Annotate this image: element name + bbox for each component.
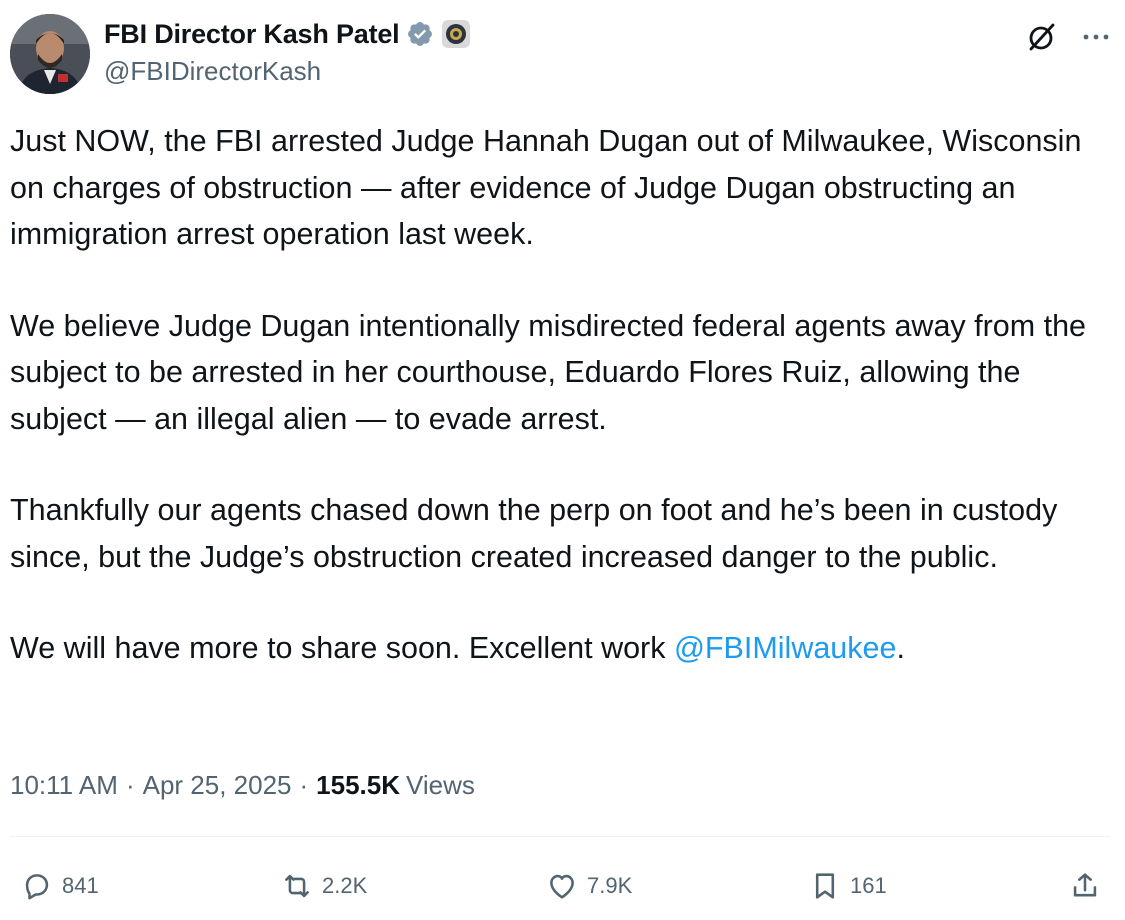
handle[interactable]: @FBIDirectorKash bbox=[104, 56, 470, 87]
tweet-paragraph: Just NOW, the FBI arrested Judge Hannah … bbox=[10, 124, 1082, 251]
author-block: FBI Director Kash Patel @FBIDirectorKash bbox=[104, 16, 470, 87]
repost-button[interactable]: 2.2K bbox=[280, 862, 367, 910]
reply-button[interactable]: 841 bbox=[20, 862, 99, 910]
meta-separator: · bbox=[125, 770, 135, 800]
divider bbox=[10, 836, 1110, 837]
views-label: Views bbox=[406, 770, 475, 800]
tweet-body: Just NOW, the FBI arrested Judge Hannah … bbox=[10, 118, 1110, 717]
tweet-text: We will have more to share soon. Excelle… bbox=[10, 631, 674, 665]
bookmark-button[interactable]: 161 bbox=[808, 862, 887, 910]
views-count[interactable]: 155.5K bbox=[316, 770, 400, 801]
tweet-meta: 10:11 AM · Apr 25, 2025 · 155.5K Views bbox=[10, 770, 475, 801]
display-name[interactable]: FBI Director Kash Patel bbox=[104, 19, 400, 50]
reply-count: 841 bbox=[62, 873, 99, 898]
repost-arrows-icon bbox=[285, 874, 309, 898]
action-bar: 841 2.2K 7.9K 161 bbox=[10, 862, 1110, 912]
share-button[interactable] bbox=[1068, 862, 1102, 910]
tweet-paragraph: Thankfully our agents chased down the pe… bbox=[10, 493, 1058, 574]
bookmark-count: 161 bbox=[850, 873, 887, 898]
more-dots-icon[interactable] bbox=[1079, 22, 1113, 52]
tweet-paragraph-last: We will have more to share soon. Excelle… bbox=[10, 625, 1110, 672]
share-upload-icon bbox=[1073, 873, 1097, 897]
repost-count: 2.2K bbox=[322, 873, 368, 898]
heart-icon bbox=[550, 874, 574, 899]
tweet-header: FBI Director Kash Patel @FBIDirectorKash bbox=[10, 14, 1115, 94]
reply-bubble-icon bbox=[25, 874, 49, 900]
tweet-time[interactable]: 10:11 AM bbox=[10, 770, 118, 801]
tweet-paragraph: We believe Judge Dugan intentionally mis… bbox=[10, 308, 1087, 436]
mention-link[interactable]: @FBIMilwaukee bbox=[674, 631, 897, 665]
bookmark-icon bbox=[815, 873, 835, 899]
meta-separator: · bbox=[299, 770, 309, 800]
grok-icon[interactable] bbox=[1025, 20, 1059, 54]
like-count: 7.9K bbox=[587, 873, 633, 898]
fbi-seal-icon[interactable] bbox=[441, 20, 470, 48]
verified-badge-icon bbox=[407, 22, 432, 46]
avatar[interactable] bbox=[10, 14, 90, 94]
tweet-text-end: . bbox=[896, 631, 905, 665]
tweet-date[interactable]: Apr 25, 2025 bbox=[143, 770, 292, 801]
like-button[interactable]: 7.9K bbox=[545, 862, 632, 910]
name-row: FBI Director Kash Patel bbox=[104, 16, 470, 52]
